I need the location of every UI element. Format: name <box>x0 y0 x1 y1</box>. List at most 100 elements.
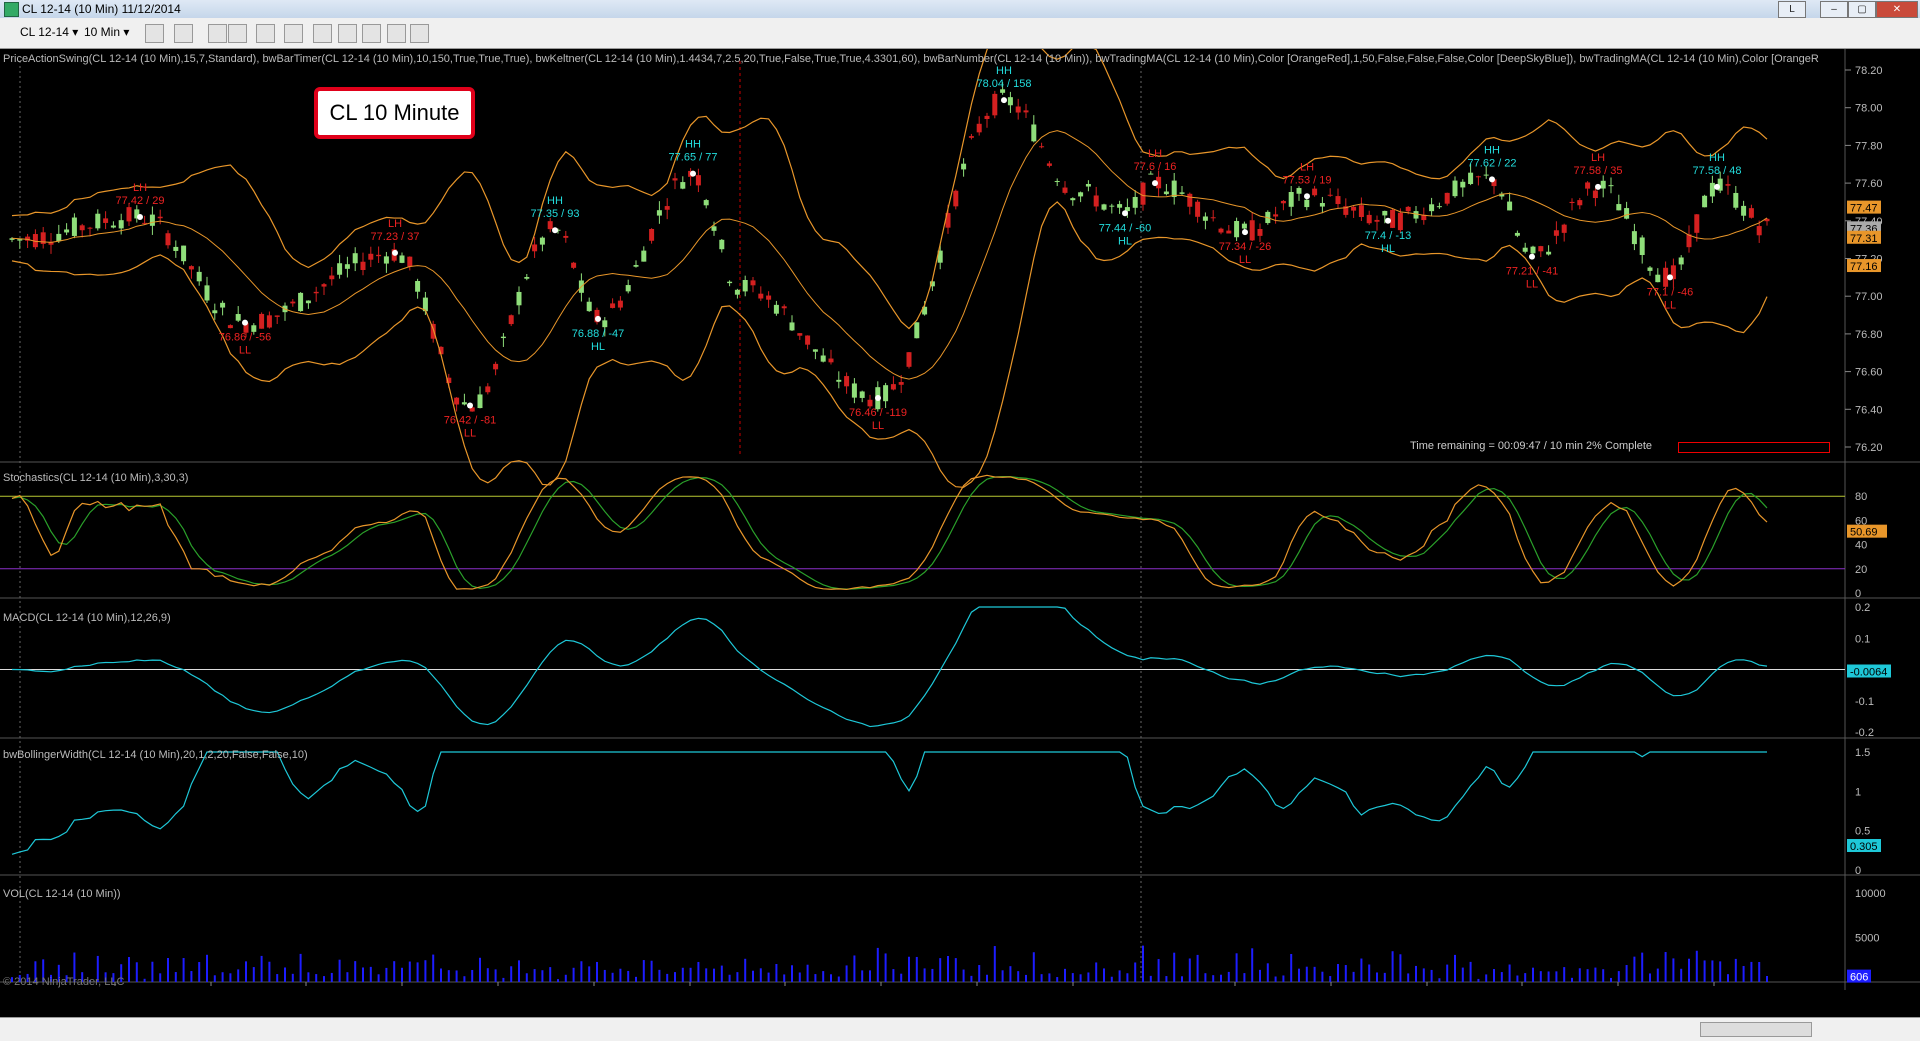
candle-body <box>477 394 483 409</box>
candle-body <box>1639 237 1645 256</box>
candle-body <box>789 322 795 331</box>
candle-body <box>961 163 967 170</box>
candle-body <box>1561 224 1567 233</box>
keltner-upper-band <box>11 7 1768 330</box>
swing-label: HH <box>1484 144 1500 156</box>
candle-body <box>571 262 577 268</box>
swing-point-marker <box>1667 274 1673 281</box>
properties-icon[interactable] <box>410 24 429 43</box>
candle-body <box>1444 192 1450 204</box>
candle-body <box>695 175 701 186</box>
swing-label: 77.35 / 93 <box>531 208 580 220</box>
draw-tool-icon[interactable] <box>174 24 193 43</box>
swing-label: 77.58 / 35 <box>1574 165 1623 177</box>
candle-body <box>844 376 850 387</box>
candle-body <box>1655 274 1661 283</box>
candle-body <box>1452 180 1458 197</box>
candle-body <box>812 349 818 352</box>
candle-body <box>196 271 202 282</box>
swing-label: LL <box>872 420 884 432</box>
candle-body <box>898 382 904 385</box>
candle-body <box>1218 228 1224 233</box>
swing-label: 77.42 / 29 <box>116 195 165 207</box>
candle-body <box>524 277 530 279</box>
candle-body <box>1140 182 1146 205</box>
link-button[interactable]: L <box>1778 1 1806 18</box>
interval-selector[interactable]: 10 Min ▾ <box>84 25 129 39</box>
candle-body <box>766 295 772 300</box>
candle-body <box>149 214 155 226</box>
swing-point-marker <box>1122 210 1128 217</box>
candle-body <box>1468 172 1474 185</box>
swing-point-marker <box>1242 229 1248 236</box>
candle-body <box>56 233 62 242</box>
candle-body <box>95 213 101 229</box>
candle-body <box>984 115 990 120</box>
candle-body <box>87 227 93 229</box>
macd-axis-label: -0.2 <box>1855 727 1874 739</box>
candle-body <box>360 261 366 270</box>
swing-point-marker <box>1001 97 1007 104</box>
strategies-icon[interactable] <box>338 24 357 43</box>
price-axis-label: 77.80 <box>1855 140 1883 152</box>
indicators-icon[interactable] <box>313 24 332 43</box>
swing-label: 77.23 / 37 <box>371 231 420 243</box>
candle-body <box>649 229 655 241</box>
swing-point-marker <box>690 170 696 177</box>
candle-body <box>181 245 187 262</box>
candle-body <box>1507 201 1513 211</box>
close-button[interactable]: ✕ <box>1876 1 1918 18</box>
stoch-value-tag: 50.69 <box>1850 527 1878 539</box>
candle-body <box>485 386 491 393</box>
minimize-button[interactable]: – <box>1820 1 1848 18</box>
swing-label: LL <box>464 428 476 440</box>
candle-body <box>1475 176 1481 178</box>
candle-body <box>508 315 514 325</box>
candle-body <box>1093 195 1099 207</box>
candle-body <box>71 217 77 236</box>
data-box-icon[interactable] <box>284 24 303 43</box>
swing-label: 77.53 / 19 <box>1283 174 1332 186</box>
candle-body <box>337 263 343 275</box>
swing-label: 76.88 / -47 <box>572 328 625 340</box>
candle-body <box>204 285 210 301</box>
candle-body <box>1171 180 1177 198</box>
bbw-axis-label: 1 <box>1855 786 1861 798</box>
candle-body <box>968 136 974 138</box>
candle-body <box>1756 226 1762 236</box>
swing-label: HH <box>996 65 1012 77</box>
scroll-thumb[interactable] <box>1700 1022 1812 1037</box>
candle-body <box>1702 195 1708 208</box>
candle-body <box>188 266 194 270</box>
candle-body <box>1163 191 1169 195</box>
candle-body <box>415 281 421 292</box>
price-axis-label: 76.40 <box>1855 404 1883 416</box>
macd-axis-label: -0.1 <box>1855 696 1874 708</box>
swing-point-marker <box>1489 176 1495 183</box>
dollar-icon[interactable] <box>387 24 406 43</box>
swing-point-marker <box>552 227 558 234</box>
horizontal-scrollbar[interactable] <box>0 1017 1920 1041</box>
swing-label: LH <box>1591 152 1605 164</box>
price-axis-label: 76.80 <box>1855 329 1883 341</box>
maximize-button[interactable]: ▢ <box>1848 1 1876 18</box>
candle-body <box>625 285 631 292</box>
swing-label: 77.6 / 16 <box>1134 161 1177 173</box>
candle-body <box>1312 188 1318 196</box>
candle-body <box>1569 201 1575 204</box>
zoom-out-icon[interactable] <box>228 24 247 43</box>
macd-label: MACD(CL 12-14 (10 Min),12,26,9) <box>3 612 171 624</box>
crosshair-icon[interactable] <box>256 24 275 43</box>
bbw-value-tag: 0.305 <box>1850 841 1878 853</box>
chart-area[interactable]: 78.2078.0077.8077.6077.4077.2077.0076.80… <box>0 7 1920 1002</box>
candle-body <box>383 256 389 264</box>
zoom-in-icon[interactable] <box>208 24 227 43</box>
bar-type-icon[interactable] <box>145 24 164 43</box>
candle-body <box>711 226 717 231</box>
instrument-selector[interactable]: CL 12-14 ▾ <box>20 25 78 39</box>
candle-body <box>1725 184 1731 186</box>
templates-icon[interactable] <box>362 24 381 43</box>
stoch-axis-label: 20 <box>1855 564 1867 576</box>
macd-axis-label: 0.1 <box>1855 633 1870 645</box>
candle-body <box>992 93 998 116</box>
